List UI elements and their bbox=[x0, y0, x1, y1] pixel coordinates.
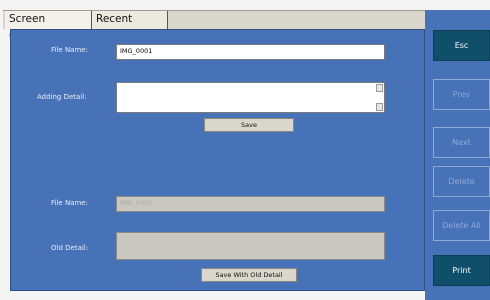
delete-all-button[interactable]: Delete All bbox=[433, 210, 490, 241]
save-button[interactable]: Save bbox=[204, 118, 294, 132]
file-name-field[interactable]: IMG_0001 bbox=[116, 44, 385, 60]
tab-recent-images[interactable]: Recent Images bbox=[92, 11, 168, 42]
screen-capture-panel: File Name: IMG_0001 Adding Detail: Save … bbox=[10, 29, 425, 291]
save-with-old-detail-button[interactable]: Save With Old Detail bbox=[201, 268, 297, 282]
old-detail-label: Old Detail: bbox=[51, 244, 89, 252]
action-sidebar: Esc Prev Next Delete Delete All Print bbox=[425, 10, 490, 300]
tab-strip: Screen Capture Recent Images bbox=[3, 10, 425, 42]
delete-button[interactable]: Delete bbox=[433, 166, 490, 197]
adding-detail-label: Adding Detail: bbox=[37, 93, 87, 101]
prev-button[interactable]: Prev bbox=[433, 79, 490, 110]
screen-capture-window: Screen Capture Recent Images File Name: … bbox=[0, 0, 490, 300]
old-file-name-field: IMG_0001 bbox=[116, 196, 385, 212]
print-button[interactable]: Print bbox=[433, 255, 490, 286]
scroll-up-arrow-icon[interactable] bbox=[376, 84, 383, 92]
old-detail-field bbox=[116, 232, 385, 260]
scroll-down-arrow-icon[interactable] bbox=[376, 103, 383, 111]
file-name-label: File Name: bbox=[51, 46, 88, 54]
old-file-name-label: File Name: bbox=[51, 199, 88, 207]
next-button[interactable]: Next bbox=[433, 127, 490, 158]
esc-button[interactable]: Esc bbox=[433, 30, 490, 61]
tab-screen-capture[interactable]: Screen Capture bbox=[5, 11, 92, 42]
adding-detail-textarea[interactable] bbox=[116, 82, 385, 113]
